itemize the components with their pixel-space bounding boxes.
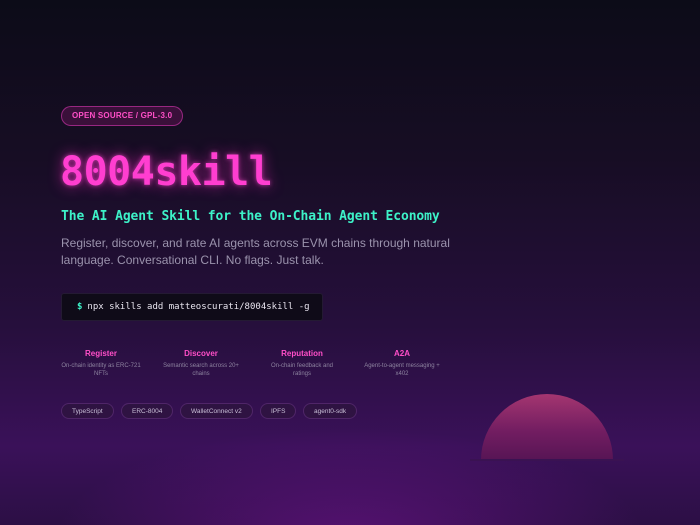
feature-title: Reputation xyxy=(281,349,323,358)
install-command-box[interactable]: $ npx skills add matteoscurati/8004skill… xyxy=(61,293,323,321)
tag-walletconnect: WalletConnect v2 xyxy=(180,403,253,419)
feature-description: Agent-to-agent messaging + x402 xyxy=(364,363,440,377)
tag-typescript: TypeScript xyxy=(61,403,114,419)
feature-list: Register On-chain identity as ERC-721 NF… xyxy=(61,349,461,383)
decorative-sun xyxy=(481,394,613,460)
feature-reputation: Reputation On-chain feedback and ratings xyxy=(262,349,342,378)
feature-title: Register xyxy=(84,349,117,358)
feature-register: Register On-chain identity as ERC-721 NF… xyxy=(61,349,141,378)
tagline: The AI Agent Skill for the On-Chain Agen… xyxy=(61,209,440,224)
feature-title: Discover xyxy=(184,349,218,358)
hero-description: Register, discover, and rate AI agents a… xyxy=(61,236,450,267)
feature-title: A2A xyxy=(393,349,410,358)
tag-agent0-sdk: agent0-sdk xyxy=(303,403,358,419)
feature-discover: Discover Semantic search across 20+ chai… xyxy=(161,349,241,378)
feature-description: On-chain identity as ERC-721 NFTs xyxy=(61,363,141,377)
tag-erc-8004: ERC-8004 xyxy=(121,403,174,419)
hero-title: 8004skill xyxy=(60,149,273,195)
feature-a2a: A2A Agent-to-agent messaging + x402 xyxy=(362,349,442,378)
install-command-text[interactable]: npx skills add matteoscurati/8004skill -… xyxy=(87,302,309,312)
terminal-prompt-icon: $ xyxy=(77,302,83,312)
horizon-line xyxy=(470,459,624,461)
tag-ipfs: IPFS xyxy=(260,403,297,419)
feature-description: On-chain feedback and ratings xyxy=(270,363,334,377)
license-badge: OPEN SOURCE / GPL-3.0 xyxy=(61,106,184,126)
feature-description: Semantic search across 20+ chains xyxy=(163,363,239,377)
